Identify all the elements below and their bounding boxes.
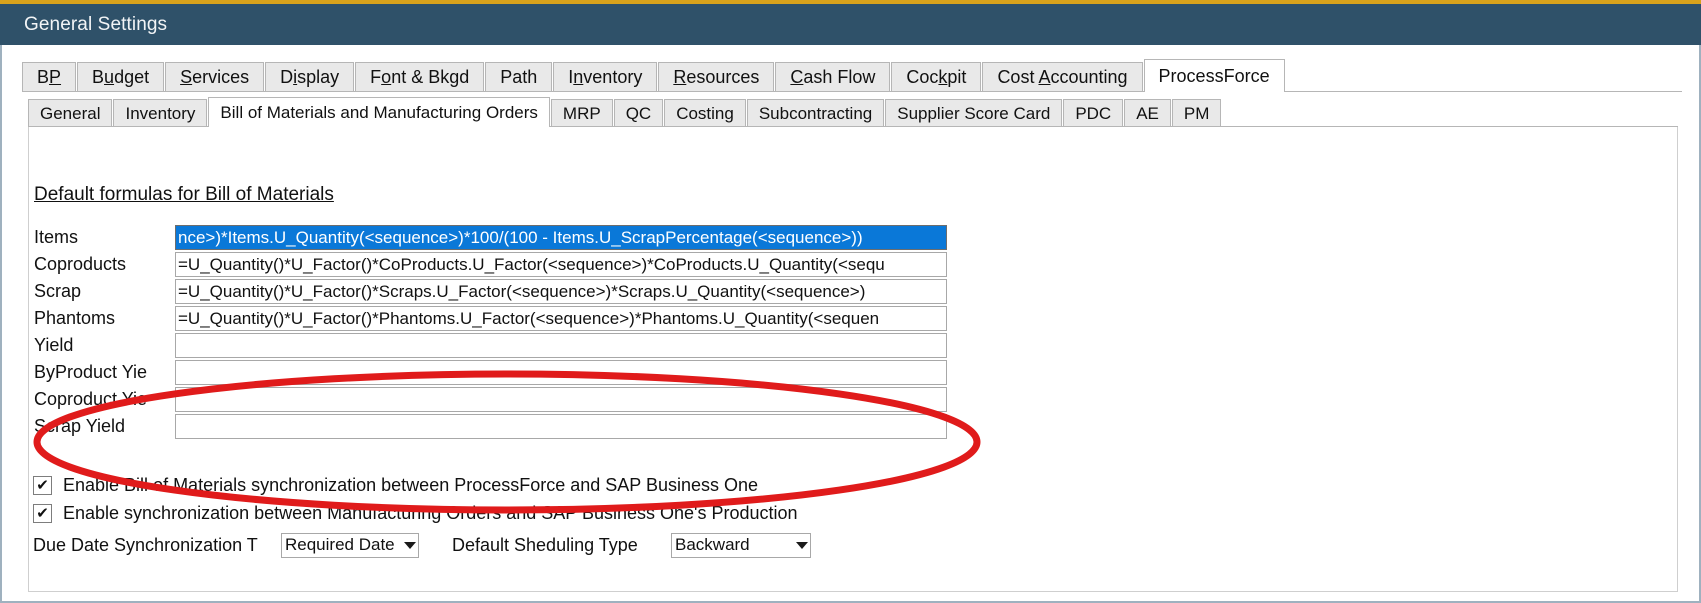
outer-tab-label: Budget <box>92 67 149 88</box>
inner-tab-mrp[interactable]: MRP <box>551 99 613 127</box>
general-settings-window: General Settings BP Budget Services Display… <box>0 0 1701 603</box>
formula-input-scrap[interactable]: =U_Quantity()*U_Factor()*Scraps.U_Factor… <box>175 279 947 304</box>
default-scheduling-type-value: Backward <box>672 535 794 555</box>
outer-tab-bp[interactable]: BP <box>22 62 76 92</box>
default-scheduling-type-dropdown[interactable]: Backward <box>671 533 811 558</box>
inner-tab-label: Subcontracting <box>759 104 872 124</box>
checkmark-icon[interactable]: ✔ <box>33 504 52 523</box>
outer-tab-label: BP <box>37 67 61 88</box>
outer-tab-cockpit[interactable]: Cockpit <box>891 62 981 92</box>
outer-tab-budget[interactable]: Budget <box>77 62 164 92</box>
bottom-settings-row: Due Date Synchronization T Required Date… <box>33 532 811 558</box>
formula-label-scrap: Scrap <box>31 278 175 304</box>
formula-label-items: Items <box>31 224 175 250</box>
inner-tab-pdc[interactable]: PDC <box>1063 99 1123 127</box>
inner-tab-general[interactable]: General <box>28 99 112 127</box>
window-body: BP Budget Services Display Font & Bkgd Path In… <box>0 45 1701 603</box>
formula-row: Itemsnce>)*Items.U_Quantity(<sequence>)*… <box>31 224 961 250</box>
formula-field-group: Itemsnce>)*Items.U_Quantity(<sequence>)*… <box>31 224 961 440</box>
outer-tab-label: Cash Flow <box>790 67 875 88</box>
inner-tab-pm[interactable]: PM <box>1172 99 1222 127</box>
outer-tab-label: Cost Accounting <box>997 67 1127 88</box>
inner-tab-label: Supplier Score Card <box>897 104 1050 124</box>
outer-tab-font-bkgd[interactable]: Font & Bkgd <box>355 62 484 92</box>
bom-settings-panel: Default formulas for Bill of Materials I… <box>28 127 1678 592</box>
formula-input-items[interactable]: nce>)*Items.U_Quantity(<sequence>)*100/(… <box>175 225 947 250</box>
outer-tab-label: Resources <box>673 67 759 88</box>
formula-row: Scrap=U_Quantity()*U_Factor()*Scraps.U_F… <box>31 278 961 304</box>
inner-tab-ae[interactable]: AE <box>1124 99 1171 127</box>
inner-tab-inventory[interactable]: Inventory <box>113 99 207 127</box>
outer-tab-display[interactable]: Display <box>265 62 354 92</box>
formula-label-phantoms: Phantoms <box>31 305 175 331</box>
formula-row: Coproducts=U_Quantity()*U_Factor()*CoPro… <box>31 251 961 277</box>
inner-tab-bill-of-materials-and-manufacturing-orders[interactable]: Bill of Materials and Manufacturing Orde… <box>208 97 549 127</box>
inner-tab-label: General <box>40 104 100 124</box>
inner-tab-supplier-score-card[interactable]: Supplier Score Card <box>885 99 1062 127</box>
formula-input-coproduct-yie[interactable] <box>175 387 947 412</box>
inner-tab-subcontracting[interactable]: Subcontracting <box>747 99 884 127</box>
due-date-sync-dropdown[interactable]: Required Date <box>281 533 419 558</box>
checkbox-label: Enable Bill of Materials synchronization… <box>63 475 758 496</box>
inner-tab-label: QC <box>626 104 652 124</box>
checkmark-icon[interactable]: ✔ <box>33 476 52 495</box>
formula-input-scrap-yield[interactable] <box>175 414 947 439</box>
outer-tab-label: Cockpit <box>906 67 966 88</box>
formula-row: Phantoms=U_Quantity()*U_Factor()*Phantom… <box>31 305 961 331</box>
inner-tab-costing[interactable]: Costing <box>664 99 746 127</box>
formula-label-coproducts: Coproducts <box>31 251 175 277</box>
outer-tab-cost-accounting[interactable]: Cost Accounting <box>982 62 1142 92</box>
inner-tab-bar: General Inventory Bill of Materials and Ma… <box>28 97 1222 127</box>
formula-label-yield: Yield <box>31 332 175 358</box>
formula-row: Coproduct Yie <box>31 386 961 412</box>
inner-tab-label: MRP <box>563 104 601 124</box>
checkbox-row[interactable]: ✔ Enable Bill of Materials synchronizatio… <box>33 472 798 499</box>
chevron-down-icon <box>402 534 418 557</box>
formula-input-coproducts[interactable]: =U_Quantity()*U_Factor()*CoProducts.U_Fa… <box>175 252 947 277</box>
outer-tab-underline <box>22 91 1682 92</box>
outer-tab-path[interactable]: Path <box>485 62 552 92</box>
outer-tab-processforce[interactable]: ProcessForce <box>1144 59 1285 92</box>
outer-tab-label: Inventory <box>568 67 642 88</box>
outer-tab-label: Path <box>500 67 537 88</box>
inner-tab-label: Inventory <box>125 104 195 124</box>
formula-input-yield[interactable] <box>175 333 947 358</box>
outer-tab-inventory[interactable]: Inventory <box>553 62 657 92</box>
formula-row: Yield <box>31 332 961 358</box>
inner-tab-label: PM <box>1184 104 1210 124</box>
inner-tab-label: PDC <box>1075 104 1111 124</box>
inner-tab-qc[interactable]: QC <box>614 99 664 127</box>
formula-label-scrap-yield: Scrap Yield <box>31 413 175 439</box>
default-scheduling-type-label: Default Sheduling Type <box>419 535 671 556</box>
section-title: Default formulas for Bill of Materials <box>34 184 334 206</box>
window-titlebar: General Settings <box>0 4 1701 45</box>
outer-tab-label: Display <box>280 67 339 88</box>
outer-tab-resources[interactable]: Resources <box>658 62 774 92</box>
sync-checkbox-group: ✔ Enable Bill of Materials synchronizatio… <box>33 472 798 528</box>
chevron-down-icon <box>794 534 810 557</box>
outer-tab-bar: BP Budget Services Display Font & Bkgd Path In… <box>22 60 1286 92</box>
checkbox-row[interactable]: ✔ Enable synchronization between Manufact… <box>33 500 798 527</box>
formula-input-phantoms[interactable]: =U_Quantity()*U_Factor()*Phantoms.U_Fact… <box>175 306 947 331</box>
window-title: General Settings <box>0 14 167 36</box>
inner-tab-label: Costing <box>676 104 734 124</box>
outer-tab-label: Font & Bkgd <box>370 67 469 88</box>
outer-tab-services[interactable]: Services <box>165 62 264 92</box>
outer-tab-cash-flow[interactable]: Cash Flow <box>775 62 890 92</box>
inner-tab-label: AE <box>1136 104 1159 124</box>
formula-input-byproduct-yie[interactable] <box>175 360 947 385</box>
formula-label-byproduct-yie: ByProduct Yie <box>31 359 175 385</box>
due-date-sync-label: Due Date Synchronization T <box>33 535 281 556</box>
inner-tab-label: Bill of Materials and Manufacturing Orde… <box>220 103 537 123</box>
formula-row: Scrap Yield <box>31 413 961 439</box>
formula-row: ByProduct Yie <box>31 359 961 385</box>
outer-tab-label: Services <box>180 67 249 88</box>
due-date-sync-value: Required Date <box>282 535 402 555</box>
outer-tab-label: ProcessForce <box>1159 66 1270 87</box>
checkbox-label: Enable synchronization between Manufactu… <box>63 503 798 524</box>
formula-label-coproduct-yie: Coproduct Yie <box>31 386 175 412</box>
